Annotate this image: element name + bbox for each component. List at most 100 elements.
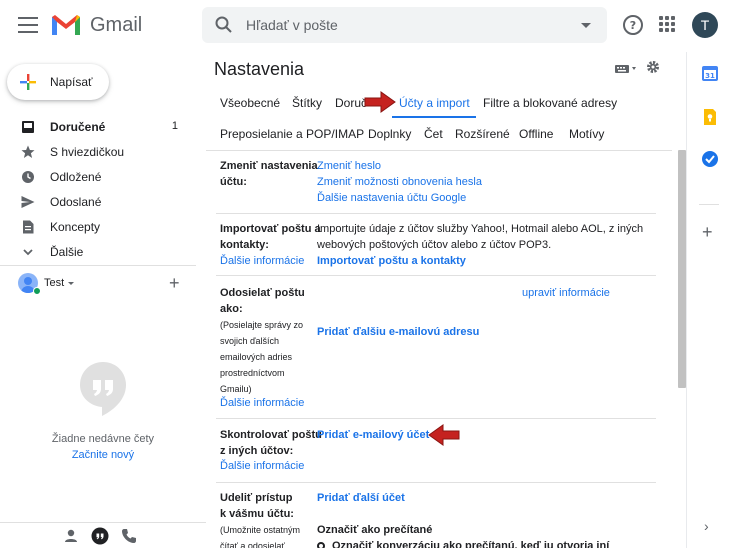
apps-grid-icon[interactable] [659,16,675,32]
main-menu-icon[interactable] [18,17,38,33]
compose-label: Napísať [50,75,93,89]
settings-scrollbar-thumb[interactable] [678,150,686,388]
get-addons-plus-icon[interactable]: + [702,222,713,243]
search-bar[interactable] [202,7,607,43]
edit-info-link[interactable]: upraviť informácie [522,285,610,301]
tabs-divider [206,150,672,151]
user-menu-caret-icon[interactable] [68,282,74,285]
section-label-grant-access-2: k vášmu účtu: [220,508,294,520]
section-label-send-as: Odosielať poštu [220,287,305,299]
tab-inbox[interactable]: Doruč [335,96,367,110]
tab-general[interactable]: Všeobecné [220,96,280,110]
add-mail-account-link[interactable]: Pridať e-mailový účet [317,427,429,443]
page-title: Nastavenia [214,59,305,79]
send-as-more-info-link[interactable]: Ďalšie informácie [220,395,304,411]
unread-count: 1 [171,120,178,132]
side-panel: 31 + › [686,52,730,548]
tab-offline[interactable]: Offline [519,127,553,141]
sidebar-item-snoozed[interactable]: Odložené [0,164,196,189]
contacts-person-icon[interactable] [62,527,80,545]
start-new-chat-link[interactable]: Začnite nový [0,449,206,461]
keep-icon[interactable] [701,108,719,126]
tab-forwarding[interactable]: Preposielanie a POP/IMAP [220,127,364,141]
new-chat-plus-icon[interactable]: + [169,274,180,292]
import-description-2: webových poštových účtov alebo z účtov P… [317,239,552,251]
send-as-help: emailových adries [220,352,293,362]
section-divider [216,482,656,483]
sidebar-item-drafts[interactable]: Koncepty [0,214,196,239]
tasks-icon[interactable] [701,150,719,168]
tab-chat[interactable]: Čet [424,127,443,141]
mark-read-radio-label[interactable]: Označiť konverzáciu ako prečítanú, keď j… [332,538,609,548]
section-divider [216,418,656,419]
sidebar: Napísať Doručené 1 S hviezdičkou Odložen… [0,52,196,548]
hangouts-user-row[interactable]: Test + [0,265,196,295]
folder-list: Doručené 1 S hviezdičkou Odložené Odosla… [0,114,196,264]
tab-themes[interactable]: Motívy [569,127,604,141]
svg-text:31: 31 [705,72,715,80]
draft-icon [23,220,34,234]
section-label-send-as-2: ako: [220,303,243,315]
sidebar-item-label: Doručené [50,120,106,134]
online-status-icon [33,287,41,295]
svg-text:?: ? [630,19,636,32]
add-another-account-link[interactable]: Pridať ďalší účet [317,490,405,506]
send-as-help: (Posielajte správy zo [220,320,304,330]
calendar-icon[interactable]: 31 [701,64,719,82]
sidebar-item-label: S hviezdičkou [50,145,125,159]
section-label-change-account-2: účtu: [220,176,247,188]
tab-addons[interactable]: Doplnky [368,127,411,141]
star-icon [21,145,35,158]
hangouts-chat-icon[interactable] [91,527,109,545]
compose-plus-icon [20,74,36,90]
settings-panel: Nastavenia Všeobecné Štítky Doruč Účty a… [206,52,686,548]
send-as-help: svojich ďalších [220,336,280,346]
tab-filters[interactable]: Filtre a blokované adresy [483,96,617,110]
import-more-info-link[interactable]: Ďalšie informácie [220,253,304,269]
mark-read-radio[interactable] [317,542,325,548]
inbox-icon [22,121,34,133]
red-arrow-pointer-icon [428,424,460,446]
tab-advanced[interactable]: Rozšírené [455,127,510,141]
import-mail-contacts-link[interactable]: Importovať poštu a kontakty [317,253,466,269]
keyboard-icon[interactable] [615,64,637,74]
grant-access-help: čítať a odosielať [220,541,285,548]
sidebar-item-label: Odložené [50,170,102,184]
gear-icon[interactable] [646,60,660,74]
check-mail-more-info-link[interactable]: Ďalšie informácie [220,458,304,474]
send-as-help: prostredníctvom [220,368,285,378]
search-icon[interactable] [214,15,234,35]
active-tab-indicator [392,116,476,118]
expand-panel-chevron-icon[interactable]: › [704,518,709,534]
import-description: Importujte údaje z účtov služby Yahoo!, … [317,223,644,235]
tab-accounts-import[interactable]: Účty a import [399,96,470,110]
account-avatar[interactable]: T [692,12,718,38]
compose-button[interactable]: Napísať [7,64,109,100]
tab-labels[interactable]: Štítky [292,96,322,110]
send-icon [21,196,35,208]
hangouts-user-name: Test [44,277,65,289]
sidebar-item-sent[interactable]: Odoslané [0,189,196,214]
change-password-link[interactable]: Zmeniť heslo [317,158,381,174]
phone-icon[interactable] [120,527,138,545]
chevron-down-icon [23,249,33,256]
mark-as-read-heading: Označiť ako prečítané [317,524,433,536]
add-email-address-link[interactable]: Pridať ďalšiu e-mailovú adresu [317,324,479,340]
sidebar-item-starred[interactable]: S hviezdičkou [0,139,196,164]
side-panel-divider [699,204,719,205]
hangouts-bubble-icon [80,362,126,416]
grant-access-help: (Umožnite ostatným [220,525,301,535]
clock-icon [22,171,34,183]
gmail-logo-icon[interactable] [50,13,82,37]
help-icon[interactable]: ? [622,14,644,36]
google-account-settings-link[interactable]: Ďalšie nastavenia účtu Google [317,190,466,206]
change-recovery-link[interactable]: Zmeniť možnosti obnovenia hesla [317,174,482,190]
sidebar-item-more[interactable]: Ďalšie [0,239,196,264]
section-label-check-mail: Skontrolovať poštu [220,429,322,441]
search-input[interactable] [246,13,566,37]
sidebar-item-inbox[interactable]: Doručené 1 [0,114,196,139]
section-divider [216,213,656,214]
no-recent-chats-text: Žiadne nedávne čety [51,433,155,445]
brand-name[interactable]: Gmail [90,14,142,37]
search-options-icon[interactable] [581,23,591,28]
